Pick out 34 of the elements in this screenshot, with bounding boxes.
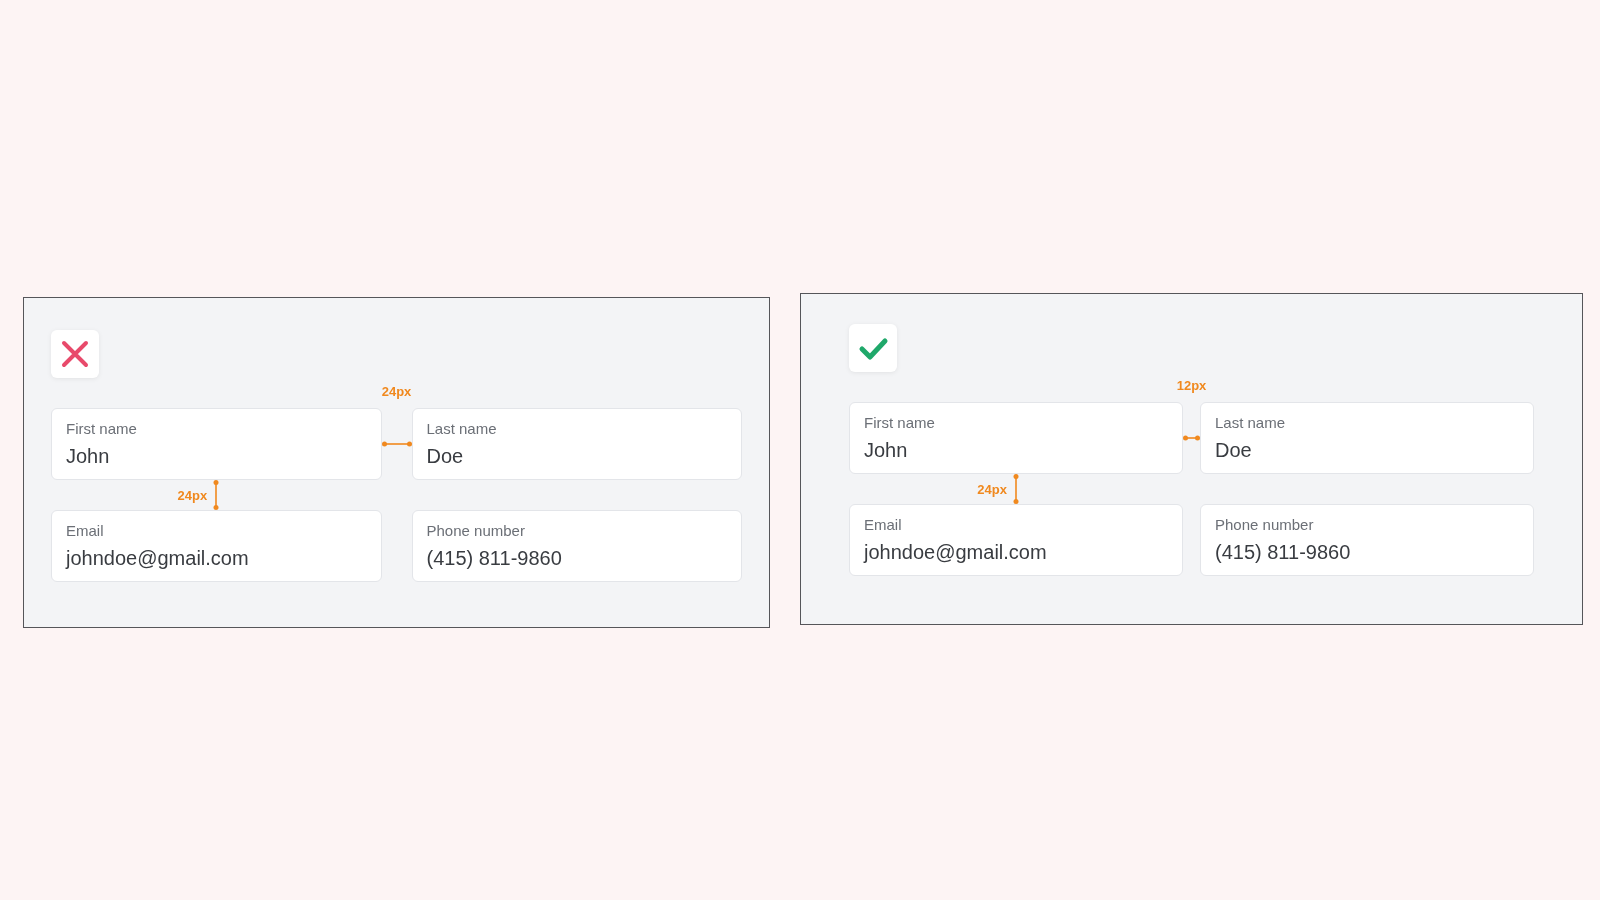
field-value: (415) 811-9860 bbox=[1215, 540, 1351, 564]
field-value: (415) 811-9860 bbox=[426, 546, 562, 570]
input-field[interactable]: Email johndoe@gmail.com bbox=[849, 504, 1183, 576]
cross-icon bbox=[51, 330, 99, 378]
spacing-label: 24px bbox=[177, 487, 208, 503]
input-field[interactable]: Phone number (415) 811-9860 bbox=[411, 510, 742, 582]
input-field[interactable]: First name John bbox=[849, 402, 1183, 474]
vertical-measure-icon bbox=[1013, 474, 1019, 504]
field-label: First name bbox=[66, 420, 137, 438]
spacing-label: 24px bbox=[977, 481, 1007, 497]
field-value: johndoe@gmail.com bbox=[864, 540, 1047, 564]
field-value: John bbox=[66, 444, 110, 468]
input-field[interactable]: Phone number (415) 811-9860 bbox=[1200, 504, 1534, 576]
field-value: Doe bbox=[1215, 438, 1252, 462]
field-label: Last name bbox=[1215, 414, 1286, 432]
vertical-measure-icon bbox=[213, 480, 220, 510]
field-label: Last name bbox=[426, 420, 497, 438]
spacing-label: 12px bbox=[1176, 378, 1207, 393]
field-label: First name bbox=[864, 414, 935, 432]
field-value: John bbox=[864, 438, 908, 462]
field-label: Email bbox=[66, 522, 104, 540]
input-field[interactable]: Last name Doe bbox=[411, 408, 742, 480]
field-label: Phone number bbox=[426, 522, 525, 540]
field-label: Email bbox=[864, 516, 902, 534]
field-label: Phone number bbox=[1215, 516, 1314, 534]
horizontal-measure-icon bbox=[1183, 435, 1200, 441]
input-field[interactable]: Last name Doe bbox=[1200, 402, 1534, 474]
input-field[interactable]: First name John bbox=[51, 408, 382, 480]
horizontal-measure-icon bbox=[381, 441, 412, 447]
spacing-label: 24px bbox=[381, 384, 412, 399]
checkmark-icon bbox=[849, 324, 897, 372]
input-field[interactable]: Email johndoe@gmail.com bbox=[51, 510, 382, 582]
field-value: Doe bbox=[426, 444, 464, 468]
field-value: johndoe@gmail.com bbox=[66, 546, 249, 570]
